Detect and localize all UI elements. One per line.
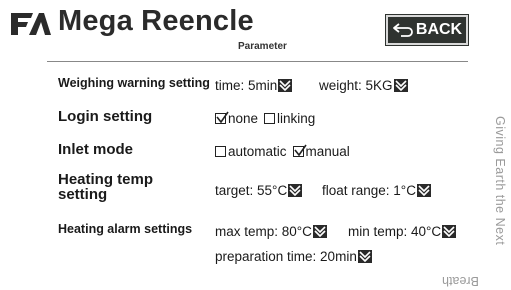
- header-divider: [47, 61, 468, 62]
- dropdown-arrow-icon[interactable]: [416, 184, 431, 197]
- tagline-end: Breath: [442, 274, 479, 288]
- inlet-manual-checkbox[interactable]: [292, 144, 307, 157]
- inlet-options: automatic manual: [215, 144, 350, 159]
- weighing-time-value: time: 5min: [215, 78, 278, 93]
- heating-float-value: float range: 1°C: [322, 183, 416, 198]
- dropdown-arrow-icon[interactable]: [442, 225, 457, 238]
- heating-target-field[interactable]: target: 55°C: [215, 183, 303, 198]
- back-button-label: BACK: [415, 21, 463, 38]
- inlet-manual-label: manual: [305, 144, 350, 159]
- dropdown-arrow-icon[interactable]: [278, 79, 293, 92]
- heating-float-field[interactable]: float range: 1°C: [322, 183, 431, 198]
- login-linking-checkbox[interactable]: [264, 113, 276, 124]
- page-subtitle: Parameter: [238, 41, 287, 52]
- weighing-weight-value: weight: 5KG: [319, 78, 393, 93]
- heating-target-value: target: 55°C: [215, 183, 288, 198]
- heating-label-line1: Heating temp: [58, 171, 154, 188]
- inlet-automatic-checkbox[interactable]: [215, 146, 226, 157]
- return-arrow-icon: [392, 23, 413, 37]
- login-none-label: none: [228, 111, 259, 126]
- alarm-preparation-value: preparation time: 20min: [215, 249, 357, 264]
- alarm-label: Heating alarm settings: [58, 222, 193, 236]
- inlet-label: Inlet mode: [58, 141, 134, 158]
- weighing-time-field[interactable]: time: 5min: [215, 78, 293, 93]
- tagline-vertical: Giving Earth the Next: [493, 116, 507, 246]
- login-label: Login setting: [58, 108, 153, 125]
- alarm-max-field[interactable]: max temp: 80°C: [215, 224, 327, 239]
- login-none-checkbox[interactable]: [215, 111, 229, 124]
- alarm-preparation-field[interactable]: preparation time: 20min: [215, 249, 372, 264]
- alarm-max-value: max temp: 80°C: [215, 224, 312, 239]
- login-linking-label: linking: [277, 111, 316, 126]
- dropdown-arrow-icon[interactable]: [312, 225, 327, 238]
- dropdown-arrow-icon[interactable]: [288, 184, 303, 197]
- logo-icon: [11, 13, 51, 35]
- login-options: none linking: [215, 111, 315, 126]
- alarm-min-value: min temp: 40°C: [348, 224, 442, 239]
- inlet-automatic-label: automatic: [228, 144, 287, 159]
- heating-label: Heating temp setting: [58, 172, 153, 202]
- back-button[interactable]: BACK: [385, 14, 469, 46]
- weighing-weight-field[interactable]: weight: 5KG: [319, 78, 408, 93]
- dropdown-arrow-icon[interactable]: [393, 79, 408, 92]
- weighing-label: Weighing warning setting: [58, 76, 210, 90]
- heating-label-line2: setting: [58, 186, 108, 203]
- dropdown-arrow-icon[interactable]: [357, 250, 372, 263]
- brand-title: Mega Reencle: [58, 5, 254, 37]
- alarm-min-field[interactable]: min temp: 40°C: [348, 224, 457, 239]
